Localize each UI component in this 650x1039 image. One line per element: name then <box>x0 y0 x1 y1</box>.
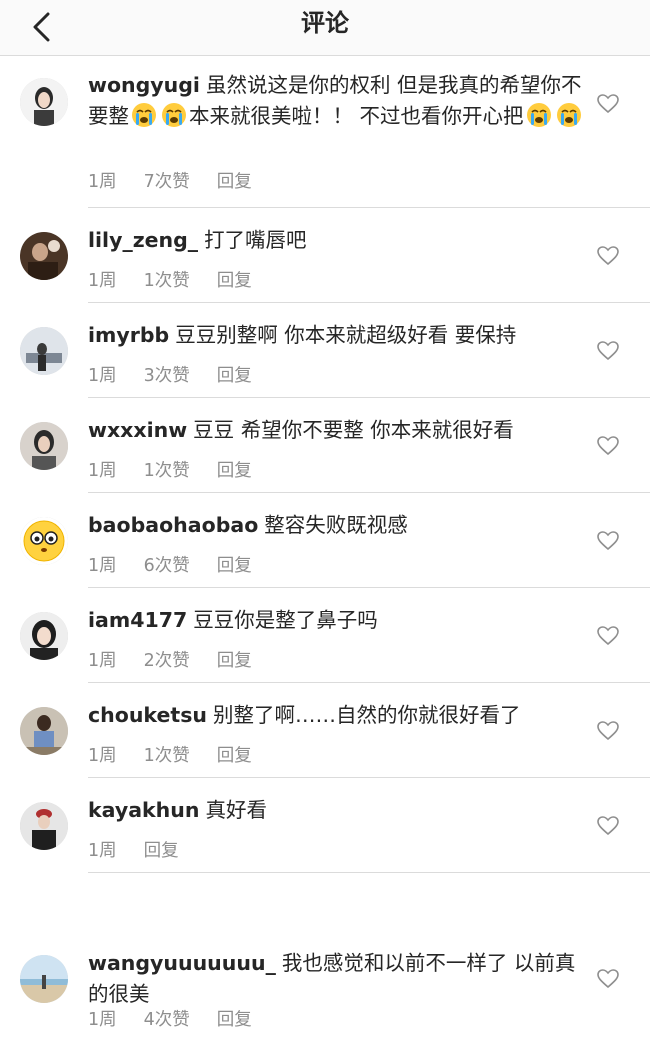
avatar[interactable] <box>20 517 68 565</box>
like-count[interactable]: 1次赞 <box>144 271 190 291</box>
comment-row: lily_zeng_ 打了嘴唇吧 1周 1次赞 回复 <box>0 208 650 303</box>
heart-outline-icon[interactable] <box>597 94 619 114</box>
timestamp: 1周 <box>88 746 117 766</box>
like-count[interactable]: 4次赞 <box>144 1010 190 1030</box>
comment-row: chouketsu 别整了啊……自然的你就很好看了 1周 1次赞 回复 <box>0 683 650 778</box>
heart-outline-icon[interactable] <box>597 626 619 646</box>
avatar[interactable] <box>20 612 68 660</box>
username-link[interactable]: wangyuuuuuuu_ <box>88 951 276 975</box>
crying-face-emoji-icon <box>556 103 581 127</box>
heart-outline-icon[interactable] <box>597 721 619 741</box>
crying-face-emoji-icon <box>132 103 156 127</box>
crying-face-emoji-icon <box>526 103 551 127</box>
heart-outline-icon[interactable] <box>597 816 619 836</box>
timestamp: 1周 <box>88 1010 117 1030</box>
avatar[interactable] <box>20 232 68 280</box>
crying-face-emoji-icon <box>162 103 186 127</box>
timestamp: 1周 <box>88 461 117 481</box>
heart-outline-icon[interactable] <box>597 969 619 989</box>
avatar[interactable] <box>20 802 68 850</box>
comment-row: baobaohaobao 整容失败既视感 1周 6次赞 回复 <box>0 493 650 588</box>
username-link[interactable]: iam4177 <box>88 608 187 632</box>
reply-button[interactable]: 回复 <box>217 461 252 481</box>
comment-meta: 1周 7次赞 回复 <box>88 168 279 193</box>
timestamp: 1周 <box>88 556 117 576</box>
username-link[interactable]: wongyugi <box>88 73 200 97</box>
avatar[interactable] <box>20 422 68 470</box>
like-count[interactable]: 2次赞 <box>144 651 190 671</box>
avatar[interactable] <box>20 707 68 755</box>
comment-meta: 1周 回复 <box>88 837 206 862</box>
comment-row: wxxxinw 豆豆 希望你不要整 你本来就很好看 1周 1次赞 回复 <box>0 398 650 493</box>
username-link[interactable]: lily_zeng_ <box>88 228 198 252</box>
reply-button[interactable]: 回复 <box>217 1010 252 1030</box>
timestamp: 1周 <box>88 366 117 386</box>
comment-meta: 1周 1次赞 回复 <box>88 742 279 767</box>
comment-row: kayakhun 真好看 1周 回复 <box>0 778 650 873</box>
comment-text: imyrbb 豆豆别整啊 你本来就超级好看 要保持 <box>88 323 517 347</box>
comment-text: lily_zeng_ 打了嘴唇吧 <box>88 228 307 252</box>
username-link[interactable]: baobaohaobao <box>88 513 258 537</box>
username-link[interactable]: wxxxinw <box>88 418 187 442</box>
reply-button[interactable]: 回复 <box>217 366 252 386</box>
username-link[interactable]: chouketsu <box>88 703 207 727</box>
top-bar: 评论 <box>0 0 650 56</box>
like-count[interactable]: 1次赞 <box>144 461 190 481</box>
reply-button[interactable]: 回复 <box>217 172 252 192</box>
comment-meta: 1周 1次赞 回复 <box>88 267 279 292</box>
like-count[interactable]: 7次赞 <box>144 172 190 192</box>
comment-row: iam4177 豆豆你是整了鼻子吗 1周 2次赞 回复 <box>0 588 650 683</box>
comment-text: wxxxinw 豆豆 希望你不要整 你本来就很好看 <box>88 418 514 442</box>
comment-text: chouketsu 别整了啊……自然的你就很好看了 <box>88 703 521 727</box>
heart-outline-icon[interactable] <box>597 531 619 551</box>
heart-outline-icon[interactable] <box>597 436 619 456</box>
reply-button[interactable]: 回复 <box>144 841 179 861</box>
page-title: 评论 <box>301 9 349 37</box>
timestamp: 1周 <box>88 271 117 291</box>
comment-meta: 1周 1次赞 回复 <box>88 457 279 482</box>
avatar[interactable] <box>20 955 68 1003</box>
comment-text: iam4177 豆豆你是整了鼻子吗 <box>88 608 378 632</box>
comment-row: wongyugi 虽然说这是你的权利 但是我真的希望你不要整 本来就很美啦！！ 不过… <box>0 56 650 208</box>
comment-text: baobaohaobao 整容失败既视感 <box>88 513 408 537</box>
comment-text: kayakhun 真好看 <box>88 798 267 822</box>
like-count[interactable]: 6次赞 <box>144 556 190 576</box>
username-link[interactable]: imyrbb <box>88 323 169 347</box>
heart-outline-icon[interactable] <box>597 246 619 266</box>
reply-button[interactable]: 回复 <box>217 651 252 671</box>
reply-button[interactable]: 回复 <box>217 556 252 576</box>
reply-button[interactable]: 回复 <box>217 746 252 766</box>
comment-meta: 1周 6次赞 回复 <box>88 552 279 577</box>
avatar[interactable] <box>20 78 68 126</box>
avatar[interactable] <box>20 327 68 375</box>
comment-meta: 1周 4次赞 回复 <box>88 1006 279 1031</box>
comment-meta: 1周 3次赞 回复 <box>88 362 279 387</box>
like-count[interactable]: 1次赞 <box>144 746 190 766</box>
like-count[interactable]: 3次赞 <box>144 366 190 386</box>
comment-row: imyrbb 豆豆别整啊 你本来就超级好看 要保持 1周 3次赞 回复 <box>0 303 650 398</box>
heart-outline-icon[interactable] <box>597 341 619 361</box>
reply-button[interactable]: 回复 <box>217 271 252 291</box>
comment-meta: 1周 2次赞 回复 <box>88 647 279 672</box>
timestamp: 1周 <box>88 841 117 861</box>
comment-row: wangyuuuuuuu_ 我也感觉和以前不一样了 以前真的很美 1周 4次赞 回复 <box>0 873 650 1039</box>
comment-text: wongyugi 虽然说这是你的权利 但是我真的希望你不要整 本来就很美啦！！ 不过… <box>88 73 582 128</box>
timestamp: 1周 <box>88 651 117 671</box>
username-link[interactable]: kayakhun <box>88 798 199 822</box>
comment-text: wangyuuuuuuu_ 我也感觉和以前不一样了 以前真的很美 <box>88 951 576 1006</box>
timestamp: 1周 <box>88 172 117 192</box>
